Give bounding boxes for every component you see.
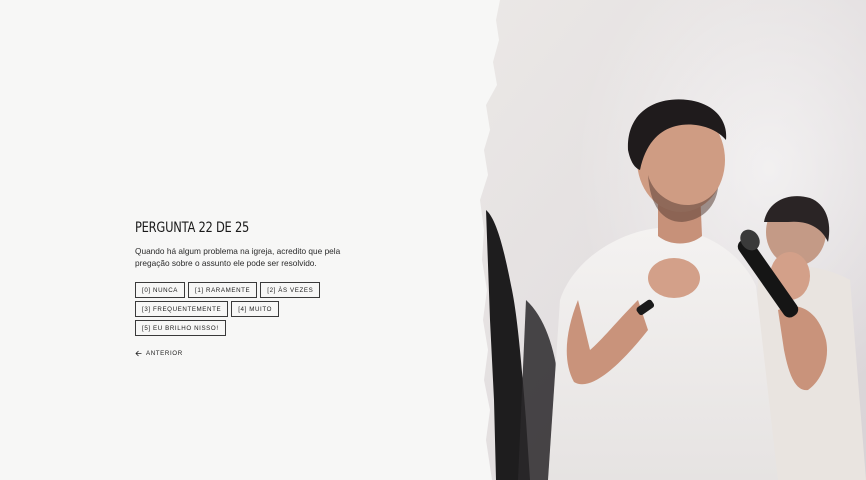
option-i-shine[interactable]: [5] EU BRILHO NISSO! — [135, 320, 226, 336]
arrow-left-icon — [135, 350, 142, 357]
question-panel: PERGUNTA 22 DE 25 Quando há algum proble… — [0, 0, 520, 480]
speaker-photo — [478, 0, 866, 480]
option-a-lot[interactable]: [4] MUITO — [231, 301, 280, 317]
previous-label: ANTERIOR — [146, 350, 183, 357]
option-rarely[interactable]: [1] RARAMENTE — [188, 282, 258, 298]
question-text: Quando há algum problema na igreja, acre… — [135, 246, 341, 268]
quiz-container: PERGUNTA 22 DE 25 Quando há algum proble… — [135, 220, 375, 357]
option-frequently[interactable]: [3] FREQUENTEMENTE — [135, 301, 229, 317]
option-sometimes[interactable]: [2] ÀS VEZES — [260, 282, 321, 298]
previous-button[interactable]: ANTERIOR — [135, 350, 375, 357]
question-counter: PERGUNTA 22 DE 25 — [135, 220, 250, 236]
option-never[interactable]: [0] NUNCA — [135, 282, 185, 298]
answer-options: [0] NUNCA [1] RARAMENTE [2] ÀS VEZES [3]… — [135, 282, 360, 336]
